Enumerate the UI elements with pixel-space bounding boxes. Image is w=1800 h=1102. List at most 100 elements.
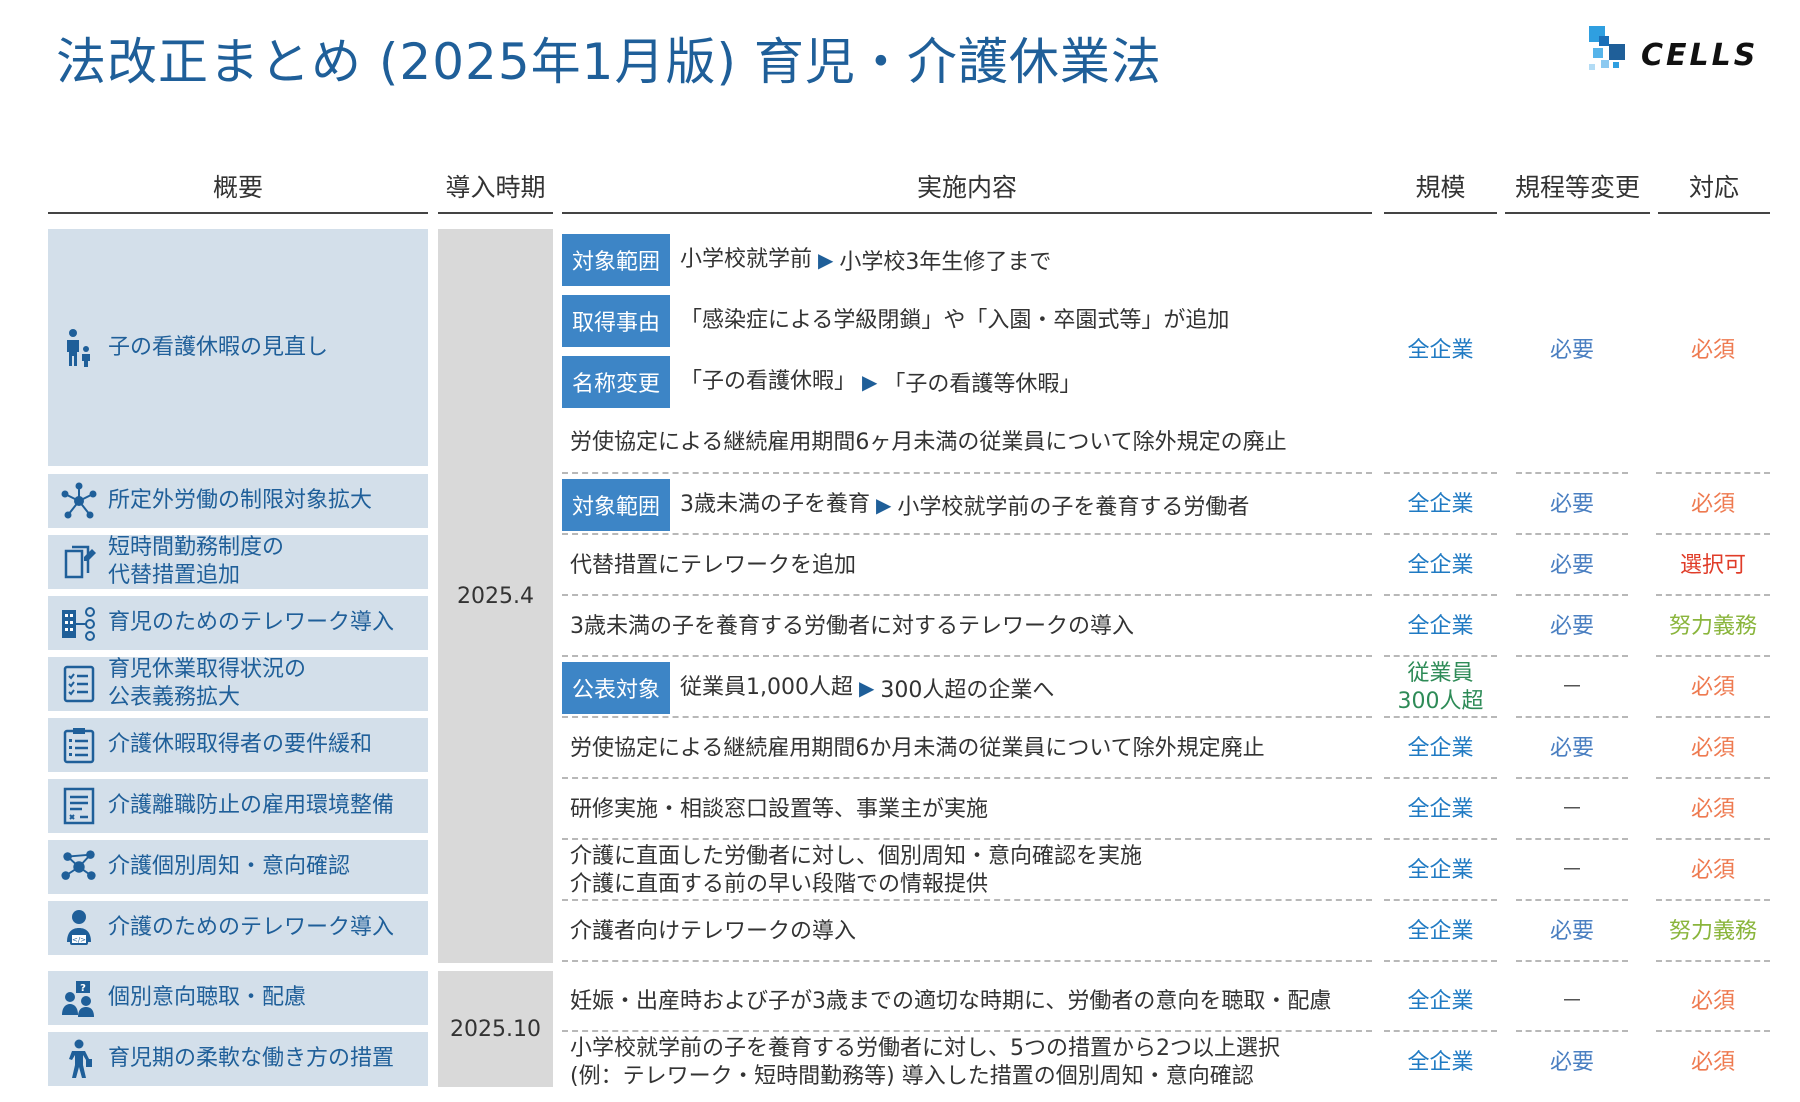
row-text: 3歳未満の子を養育: [680, 492, 871, 517]
row-divider: [1516, 472, 1628, 474]
row-content: 労使協定による継続雇用期間6か月未満の従業員について除外規定廃止: [562, 718, 1372, 780]
rule-change-value: 必要: [1549, 614, 1594, 639]
overview-item: 育児期の柔軟な働き方の措置: [48, 1032, 428, 1086]
row-text-after: 300人超の企業へ: [880, 678, 1055, 703]
scale-value: 全企業: [1407, 858, 1474, 883]
row-divider: [1516, 777, 1628, 779]
row-text: 労使協定による継続雇用期間6か月未満の従業員について除外規定廃止: [570, 736, 1265, 761]
header-scale: 規模: [1384, 168, 1497, 214]
row-divider: [1656, 472, 1770, 474]
row-content: 小学校就学前の子を養育する労働者に対し、5つの措置から2つ以上選択 (例：テレワ…: [562, 1032, 1372, 1094]
overview-label: 所定外労働の制限対象拡大: [108, 488, 373, 513]
header-content: 実施内容: [562, 168, 1372, 214]
response-value: 必須: [1690, 675, 1735, 700]
category-tag: 公表対象: [562, 662, 671, 714]
category-tag: 対象範囲: [562, 479, 671, 531]
row-divider: [562, 960, 1372, 962]
response-value: 必須: [1690, 736, 1735, 761]
overview-item: 介護休暇取得者の要件緩和: [48, 718, 428, 772]
row-divider: [1656, 594, 1770, 596]
rule-change-value: －: [1560, 858, 1583, 883]
row-divider: [1516, 1030, 1628, 1032]
row-divider: [1516, 960, 1628, 962]
overview-label: 育児期の柔軟な働き方の措置: [108, 1046, 395, 1071]
rule-change-value: －: [1560, 675, 1583, 700]
document-edit-icon: [60, 543, 98, 581]
remote-worker-icon: </>: [60, 909, 98, 947]
row-divider: [1384, 777, 1497, 779]
row-divider: [1516, 533, 1628, 535]
scale-value: 全企業: [1407, 1050, 1474, 1075]
response-value: 努力義務: [1668, 919, 1757, 944]
row-text: 3歳未満の子を養育する労働者に対するテレワークの導入: [570, 614, 1134, 639]
row-text: 小学校就学前の子を養育する労働者に対し、5つの措置から2つ以上選択 (例：テレワ…: [570, 1036, 1280, 1089]
overview-item: 所定外労働の制限対象拡大: [48, 474, 428, 528]
row-divider: [1516, 838, 1628, 840]
row-divider: [1384, 533, 1497, 535]
row-divider: [1384, 472, 1497, 474]
response-value: 選択可: [1679, 553, 1746, 578]
table-row: 対象範囲 3歳未満の子を養育 ▶ 小学校就学前の子を養育する労働者 全企業 必要 必須: [562, 474, 1770, 536]
row-divider: [1384, 655, 1497, 657]
header-period: 導入時期: [438, 168, 553, 214]
header-response: 対応: [1658, 168, 1770, 214]
clipboard-icon: [60, 726, 98, 764]
row-divider: [1656, 533, 1770, 535]
overview-label: 介護休暇取得者の要件緩和: [108, 732, 373, 757]
overview-item: 子の看護休暇の見直し: [48, 229, 428, 466]
table-row: 小学校就学前の子を養育する労働者に対し、5つの措置から2つ以上選択 (例：テレワ…: [562, 1032, 1770, 1094]
row-divider: [1384, 1030, 1497, 1032]
table-row: 介護に直面した労働者に対し、個別周知・意向確認を実施 介護に直面する前の早い段階…: [562, 840, 1770, 902]
row-divider: [1384, 716, 1497, 718]
response-value: 必須: [1690, 989, 1735, 1014]
row-content: 対象範囲 3歳未満の子を養育 ▶ 小学校就学前の子を養育する労働者: [562, 474, 1372, 536]
row-text: 従業員1,000人超: [680, 675, 853, 700]
overview-item: 短時間勤務制度の 代替措置追加: [48, 535, 428, 589]
row-divider: [1656, 777, 1770, 779]
overview-label: 育児のためのテレワーク導入: [108, 610, 395, 635]
row-divider: [1656, 960, 1770, 962]
cells-logo-mark-icon: [1589, 26, 1625, 70]
row-divider: [1656, 1030, 1770, 1032]
response-value: 必須: [1690, 338, 1735, 363]
row-divider: [562, 472, 1372, 474]
response-value: 必須: [1690, 797, 1735, 822]
question-people-icon: ?: [60, 979, 98, 1017]
row-text-after: 小学校就学前の子を養育する労働者: [897, 495, 1250, 520]
rule-change-value: 必要: [1549, 492, 1594, 517]
page-title: 法改正まとめ (2025年1月版) 育児・介護休業法: [56, 33, 1162, 91]
row-divider: [1656, 716, 1770, 718]
overview-label: 短時間勤務制度の 代替措置追加: [108, 535, 285, 588]
overview-item: 介護個別周知・意向確認: [48, 840, 428, 894]
row-divider: [562, 655, 1372, 657]
row-divider: [1384, 838, 1497, 840]
cells-logo: CELLS: [1585, 24, 1765, 80]
table-row: 3歳未満の子を養育する労働者に対するテレワークの導入 全企業 必要 努力義務: [562, 596, 1770, 658]
row-divider: [1516, 716, 1628, 718]
row-divider: [562, 1030, 1372, 1032]
overview-item: </> 介護のためのテレワーク導入: [48, 901, 428, 955]
overview-item: 育児休業取得状況の 公表義務拡大: [48, 657, 428, 711]
scale-value: 全企業: [1407, 492, 1474, 517]
overview-label: 個別意向聴取・配慮: [108, 985, 307, 1010]
building-network-icon: [60, 604, 98, 642]
scale-value: 全企業: [1407, 989, 1474, 1014]
row-divider: [1656, 838, 1770, 840]
period-2025-10: 2025.10: [438, 971, 553, 1087]
row-divider: [562, 594, 1372, 596]
logo-text: CELLS: [1641, 38, 1759, 73]
scale-value: 全企業: [1407, 553, 1474, 578]
row-divider: [1384, 960, 1497, 962]
rule-change-value: －: [1560, 989, 1583, 1014]
overview-label: 介護のためのテレワーク導入: [108, 915, 395, 940]
row-divider: [1384, 899, 1497, 901]
overview-item: 介護離職防止の雇用環境整備: [48, 779, 428, 833]
row-divider: [1516, 594, 1628, 596]
row-divider: [1516, 655, 1628, 657]
row-content: 代替措置にテレワークを追加: [562, 535, 1372, 597]
table-row: 介護者向けテレワークの導入 全企業 必要 努力義務: [562, 901, 1770, 963]
checklist-icon: [60, 665, 98, 703]
table-row: 労使協定による継続雇用期間6か月未満の従業員について除外規定廃止 全企業 必要 必須: [562, 718, 1770, 780]
table-row: 公表対象 従業員1,000人超 ▶ 300人超の企業へ 従業員 300人超－必須: [562, 657, 1770, 719]
form-icon: [60, 787, 98, 825]
